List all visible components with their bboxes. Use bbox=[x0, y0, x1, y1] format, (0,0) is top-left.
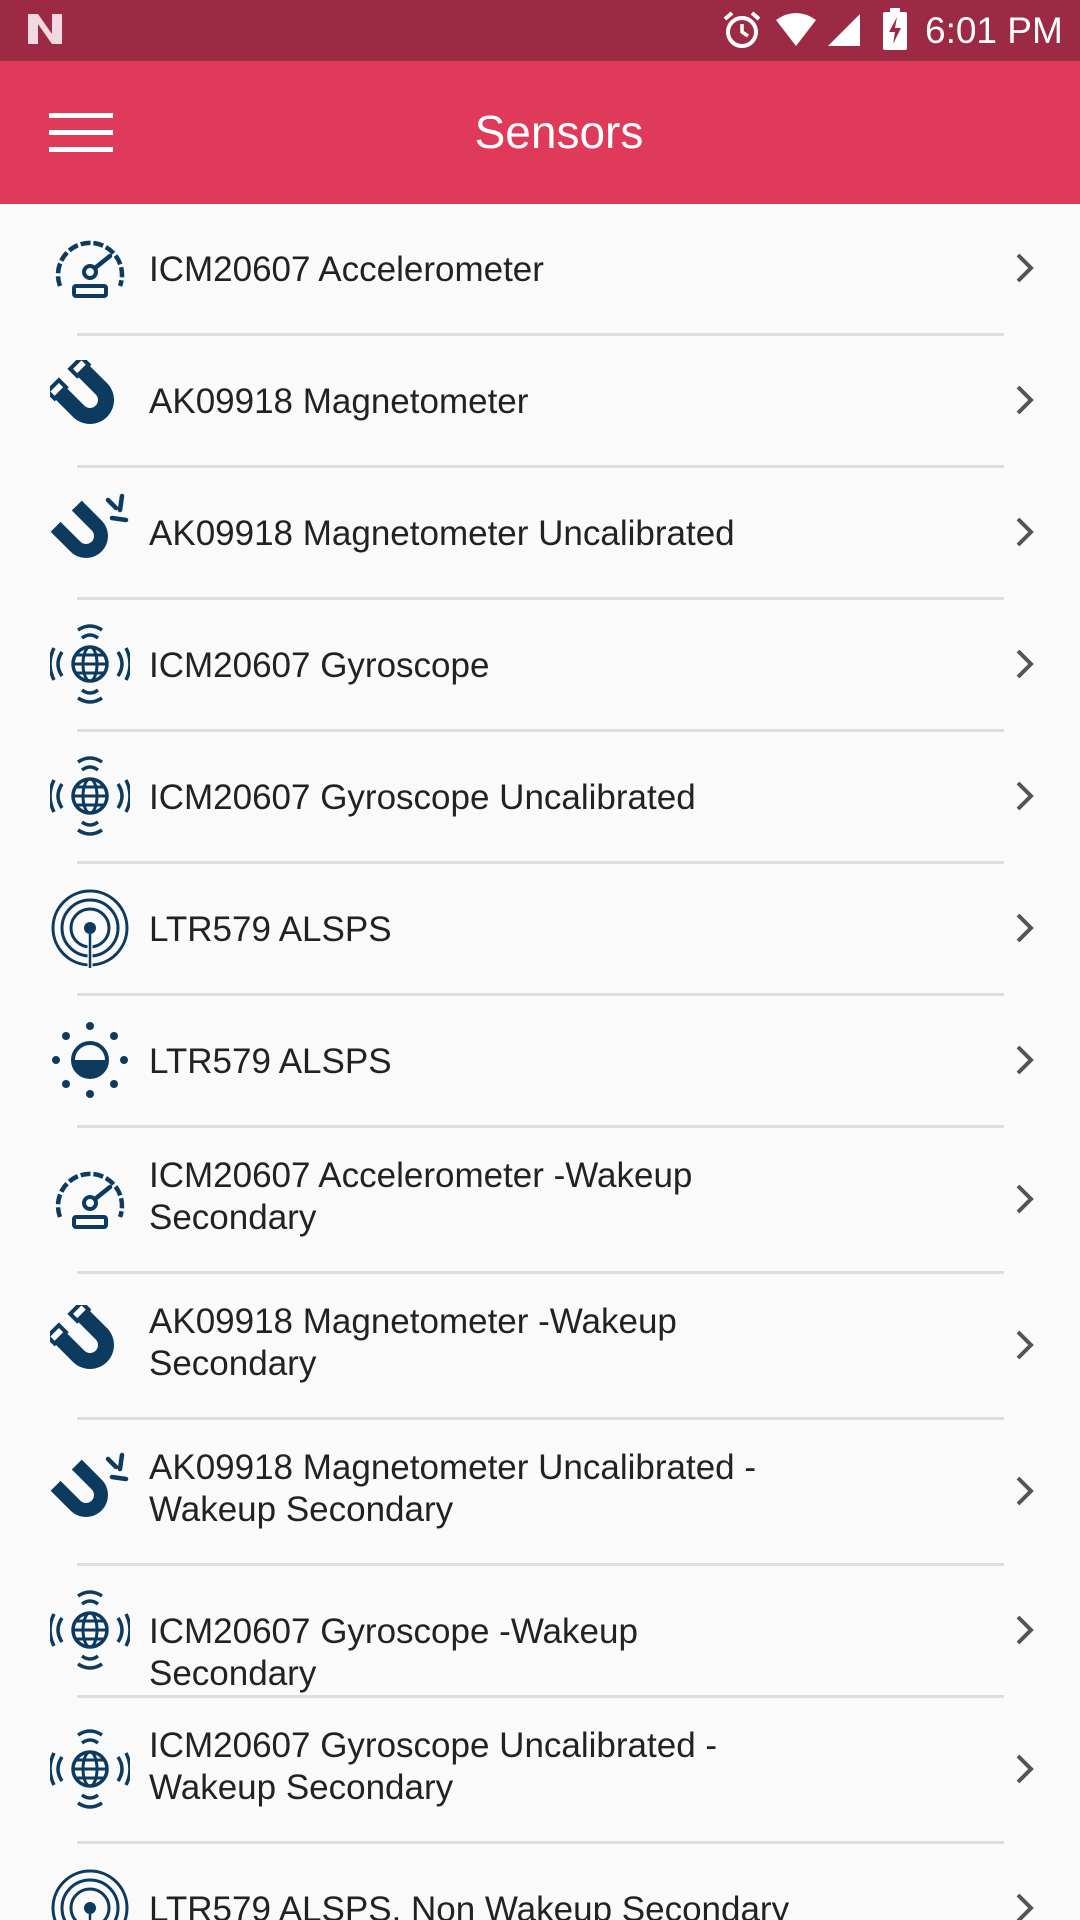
magnet-uncalibrated-icon bbox=[50, 492, 130, 572]
sensor-list-item[interactable]: ICM20607 Accelerometer -Wakeup Secondary bbox=[0, 1128, 1080, 1274]
sensor-list-item[interactable]: AK09918 Magnetometer Uncalibrated bbox=[0, 468, 1080, 600]
speedometer-icon bbox=[50, 1159, 130, 1239]
sensor-list-item[interactable]: LTR579 ALSPS, Non Wakeup Secondary bbox=[0, 1844, 1080, 1920]
speedometer-icon bbox=[50, 228, 130, 308]
sensor-label: AK09918 Magnetometer bbox=[149, 382, 529, 421]
sensor-list-item[interactable]: AK09918 Magnetometer -Wakeup Secondary bbox=[0, 1274, 1080, 1420]
sensor-label: ICM20607 Gyroscope -Wakeup Secondary bbox=[149, 1612, 638, 1693]
app-bar: Sensors bbox=[0, 61, 1080, 204]
sensor-list-item[interactable]: ICM20607 Gyroscope Uncalibrated bbox=[0, 732, 1080, 864]
chevron-right-icon bbox=[1008, 251, 1042, 285]
chevron-right-icon bbox=[1008, 1328, 1042, 1362]
sensor-list-item[interactable]: ICM20607 Gyroscope Uncalibrated -Wakeup … bbox=[0, 1698, 1080, 1844]
proximity-rings-icon bbox=[50, 1868, 130, 1920]
chevron-right-icon bbox=[1008, 647, 1042, 681]
sensor-label: ICM20607 Accelerometer bbox=[149, 250, 544, 289]
light-sun-icon bbox=[50, 1020, 130, 1100]
sensor-list-item[interactable]: ICM20607 Accelerometer bbox=[0, 204, 1080, 336]
chevron-right-icon bbox=[1008, 1752, 1042, 1786]
chevron-right-icon bbox=[1008, 779, 1042, 813]
sensor-label: ICM20607 Accelerometer -Wakeup Secondary bbox=[149, 1156, 693, 1237]
n-logo-icon bbox=[28, 14, 62, 44]
proximity-rings-icon bbox=[50, 888, 130, 968]
battery-charging-icon bbox=[883, 8, 907, 50]
sensor-list[interactable]: ICM20607 Accelerometer AK09918 Magnetome… bbox=[0, 204, 1080, 1920]
sensor-label: LTR579 ALSPS, Non Wakeup Secondary bbox=[149, 1890, 790, 1920]
sensor-label: ICM20607 Gyroscope Uncalibrated -Wakeup … bbox=[149, 1726, 718, 1807]
sensor-label: ICM20607 Gyroscope bbox=[149, 646, 490, 685]
page-title: Sensors bbox=[474, 106, 644, 158]
chevron-right-icon bbox=[1008, 515, 1042, 549]
magnet-icon bbox=[44, 354, 130, 440]
gyroscope-globe-icon bbox=[48, 756, 132, 836]
chevron-right-icon bbox=[1008, 383, 1042, 417]
magnet-icon bbox=[44, 1299, 130, 1385]
status-bar: 6:01 PM bbox=[0, 0, 1080, 61]
sensor-label: AK09918 Magnetometer Uncalibrated -Wakeu… bbox=[149, 1448, 757, 1529]
magnet-uncalibrated-icon bbox=[50, 1451, 130, 1531]
sensor-list-item[interactable]: AK09918 Magnetometer Uncalibrated -Wakeu… bbox=[0, 1420, 1080, 1566]
gyroscope-globe-icon bbox=[48, 1729, 132, 1809]
sensor-label: LTR579 ALSPS bbox=[149, 910, 392, 949]
sensor-list-item[interactable]: LTR579 ALSPS bbox=[0, 996, 1080, 1128]
signal-icon bbox=[828, 14, 860, 46]
sensor-label: LTR579 ALSPS bbox=[149, 1042, 392, 1081]
sensor-list-item[interactable]: LTR579 ALSPS bbox=[0, 864, 1080, 996]
chevron-right-icon bbox=[1008, 1474, 1042, 1508]
status-clock: 6:01 PM bbox=[925, 10, 1063, 51]
alarm-icon bbox=[723, 11, 761, 48]
chevron-right-icon bbox=[1008, 1182, 1042, 1216]
sensor-list-item[interactable]: AK09918 Magnetometer bbox=[0, 336, 1080, 468]
gyroscope-globe-icon bbox=[48, 624, 132, 704]
wifi-icon bbox=[776, 13, 816, 46]
sensor-label: AK09918 Magnetometer -Wakeup Secondary bbox=[149, 1302, 677, 1383]
chevron-right-icon bbox=[1008, 1891, 1042, 1920]
sensor-list-item[interactable]: ICM20607 Gyroscope -Wakeup Secondary bbox=[0, 1566, 1080, 1698]
sensor-label: ICM20607 Gyroscope Uncalibrated bbox=[149, 778, 696, 817]
chevron-right-icon bbox=[1008, 911, 1042, 945]
chevron-right-icon bbox=[1008, 1613, 1042, 1647]
sensor-label: AK09918 Magnetometer Uncalibrated bbox=[149, 514, 735, 553]
chevron-right-icon bbox=[1008, 1043, 1042, 1077]
sensor-list-item[interactable]: ICM20607 Gyroscope bbox=[0, 600, 1080, 732]
gyroscope-globe-icon bbox=[48, 1590, 132, 1670]
